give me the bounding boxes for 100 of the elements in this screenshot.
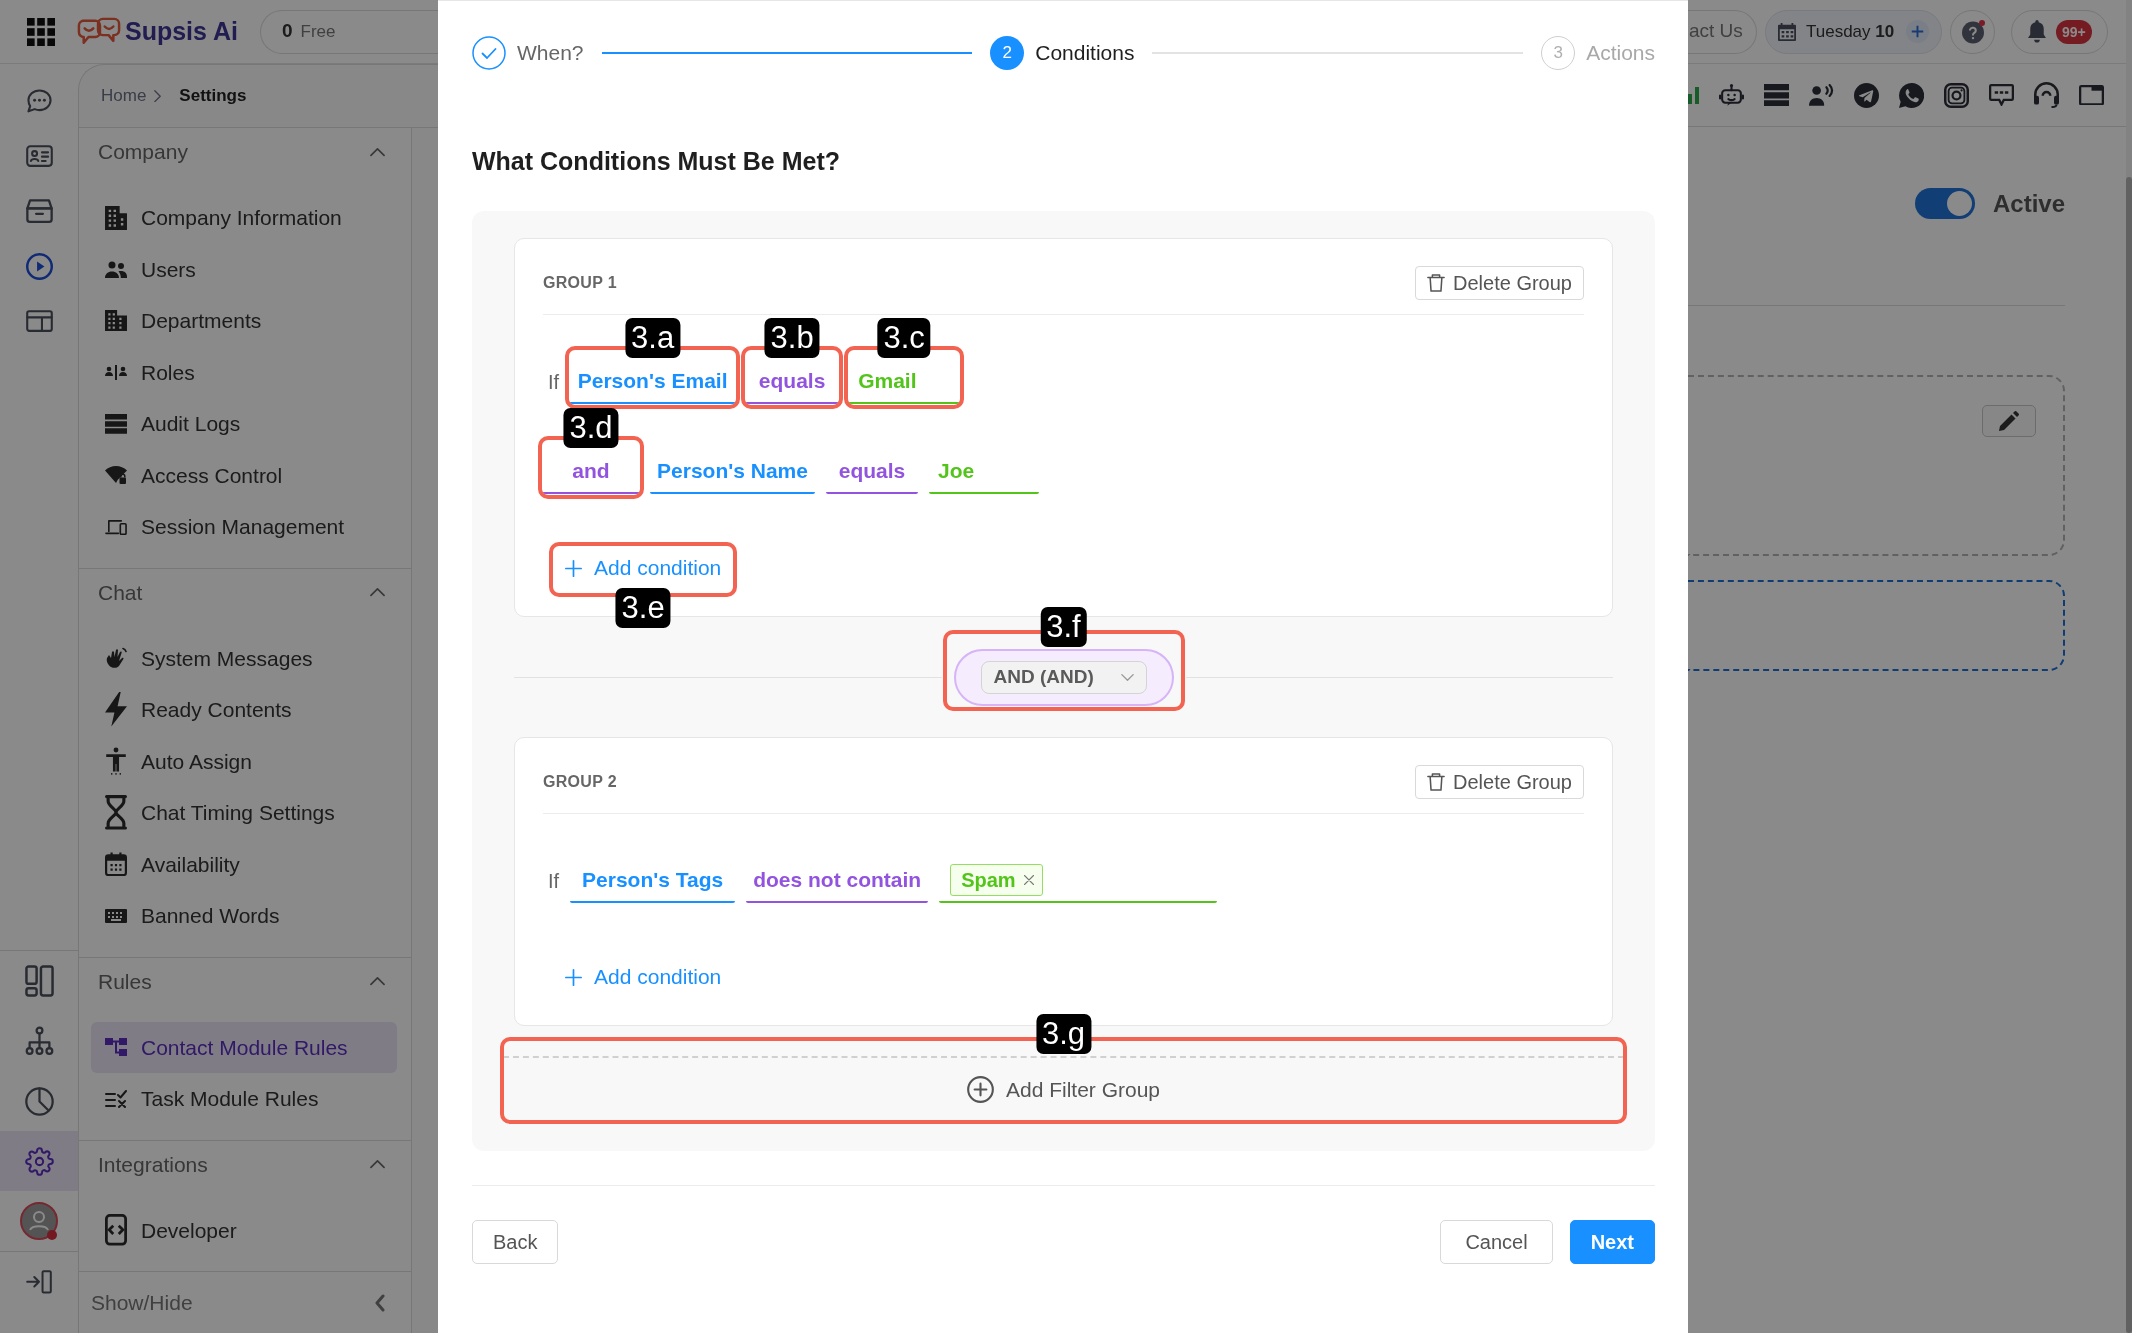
- calendar-icon: [1778, 22, 1796, 41]
- phone-bubble-icon[interactable]: [1899, 82, 1924, 108]
- paper-plane-icon[interactable]: [1854, 82, 1879, 108]
- notifications-button[interactable]: 99+: [2011, 9, 2108, 54]
- cancel-button[interactable]: Cancel: [1440, 1220, 1553, 1264]
- nav-item[interactable]: Developer: [91, 1204, 397, 1256]
- list-icon: [105, 413, 127, 434]
- devices-icon: [105, 518, 127, 535]
- nav-item[interactable]: Departments: [91, 295, 397, 347]
- nav-item[interactable]: Users: [91, 243, 397, 295]
- nav-item[interactable]: System Messages: [91, 632, 397, 684]
- nav-item[interactable]: Availability: [91, 838, 397, 890]
- rail-button[interactable]: [0, 1131, 78, 1191]
- edit-button[interactable]: [1982, 405, 2036, 437]
- date-pill[interactable]: Tuesday 10: [1765, 9, 1942, 54]
- users-icon: [105, 260, 127, 278]
- callout-label: 3.g: [1035, 1014, 1092, 1054]
- next-button[interactable]: Next: [1569, 1220, 1655, 1264]
- play-circle-icon: [25, 253, 53, 280]
- chat-bubbles-logo-icon: [77, 16, 121, 47]
- nav-item[interactable]: Contact Module Rules: [91, 1021, 397, 1073]
- toggle-switch[interactable]: [1914, 188, 1975, 219]
- add-condition-button[interactable]: Add condition: [557, 550, 730, 586]
- pie-chart-icon: [24, 1086, 54, 1116]
- chevron-right-icon: [154, 89, 162, 103]
- plan-label: Free: [300, 20, 336, 43]
- help-button[interactable]: [1950, 9, 1995, 54]
- tag-label: Spam: [961, 868, 1016, 893]
- wifi-lock-icon: [105, 466, 127, 485]
- bar-chart-icon[interactable]: [1688, 86, 1699, 104]
- nav-item[interactable]: Access Control: [91, 449, 397, 501]
- operator-select[interactable]: equals: [746, 360, 839, 404]
- settings-icon: [24, 1146, 54, 1176]
- plus-icon: [565, 968, 582, 986]
- operator-select[interactable]: does not contain: [746, 859, 929, 903]
- collapse-panel-icon[interactable]: [26, 1270, 52, 1294]
- roles-icon: [105, 364, 127, 380]
- section-header[interactable]: Chat: [79, 568, 411, 617]
- hierarchy-icon: [24, 1025, 54, 1057]
- callout-label: 3.d: [563, 408, 619, 448]
- step-label: When?: [517, 40, 584, 67]
- step-label: Actions: [1586, 40, 1655, 67]
- window-icon[interactable]: [2079, 84, 2104, 106]
- back-button[interactable]: Back: [472, 1220, 559, 1264]
- field-select[interactable]: Person's Name: [650, 450, 815, 494]
- callout-label: 3.f: [1040, 606, 1087, 647]
- delete-group-button[interactable]: Delete Group: [1415, 266, 1584, 300]
- nav-item[interactable]: Roles: [91, 346, 397, 398]
- hourglass-icon: [105, 795, 127, 831]
- field-select[interactable]: Person's Tags: [570, 859, 736, 903]
- trash-icon: [1427, 274, 1446, 292]
- bell-icon: [2028, 19, 2046, 44]
- section-header[interactable]: Integrations: [79, 1140, 411, 1189]
- person-speaking-icon[interactable]: [1809, 84, 1834, 106]
- callout-label: 3.c: [877, 318, 931, 358]
- show-hide-toggle[interactable]: Show/Hide: [79, 1272, 411, 1333]
- help-icon: [1960, 19, 1985, 44]
- operator-select[interactable]: equals: [826, 450, 918, 494]
- nav-item[interactable]: Task Module Rules: [91, 1073, 397, 1125]
- code-phone-icon: [105, 1214, 127, 1247]
- calendar-icon: [105, 852, 127, 877]
- breadcrumb-current: Settings: [179, 85, 247, 108]
- connector-select[interactable]: and: [543, 450, 639, 494]
- brand-name: Supsis Ai: [125, 15, 238, 47]
- avatar-icon[interactable]: [19, 1201, 59, 1241]
- field-select[interactable]: Person's Email: [570, 360, 736, 404]
- delete-group-button[interactable]: Delete Group: [1415, 765, 1584, 799]
- joiner-select[interactable]: AND (AND): [980, 660, 1147, 694]
- camera-icon[interactable]: [1944, 82, 1969, 108]
- credit-count: 0: [282, 19, 293, 44]
- dashboard-icon: [24, 965, 54, 997]
- nav-item[interactable]: Auto Assign: [91, 735, 397, 787]
- plus-circle-icon: [966, 1076, 994, 1103]
- grid-menu-icon[interactable]: [27, 17, 55, 46]
- nav-item[interactable]: Banned Words: [91, 890, 397, 942]
- nav-item[interactable]: Company Information: [91, 192, 397, 244]
- group-title: GROUP 1: [543, 273, 617, 293]
- add-condition-button[interactable]: Add condition: [557, 959, 730, 995]
- if-label: If: [548, 370, 560, 395]
- chat-bubble-icon: [25, 88, 53, 115]
- list-icon[interactable]: [1764, 83, 1789, 107]
- nav-item[interactable]: Audit Logs: [91, 398, 397, 450]
- plus-icon[interactable]: [1906, 20, 1929, 43]
- person-icon: [105, 747, 127, 776]
- nav-item[interactable]: Ready Contents: [91, 684, 397, 736]
- robot-icon[interactable]: [1719, 83, 1744, 107]
- headset-icon[interactable]: [2034, 81, 2059, 109]
- flow-icon: [105, 1038, 127, 1057]
- id-card-icon: [25, 145, 53, 168]
- section-header[interactable]: Company: [79, 128, 411, 176]
- section-header[interactable]: Rules: [79, 957, 411, 1006]
- chevron-left-icon: [375, 1293, 385, 1312]
- contact-button[interactable]: act Us: [1688, 9, 1757, 54]
- message-icon[interactable]: [1989, 84, 2014, 106]
- add-filter-group-button[interactable]: Add Filter Group: [503, 1056, 1624, 1121]
- close-icon[interactable]: [1023, 875, 1034, 885]
- notification-badge: 99+: [2056, 19, 2092, 44]
- nav-item[interactable]: Chat Timing Settings: [91, 787, 397, 839]
- nav-item[interactable]: Session Management: [91, 501, 397, 553]
- breadcrumb-link[interactable]: Home: [101, 83, 147, 109]
